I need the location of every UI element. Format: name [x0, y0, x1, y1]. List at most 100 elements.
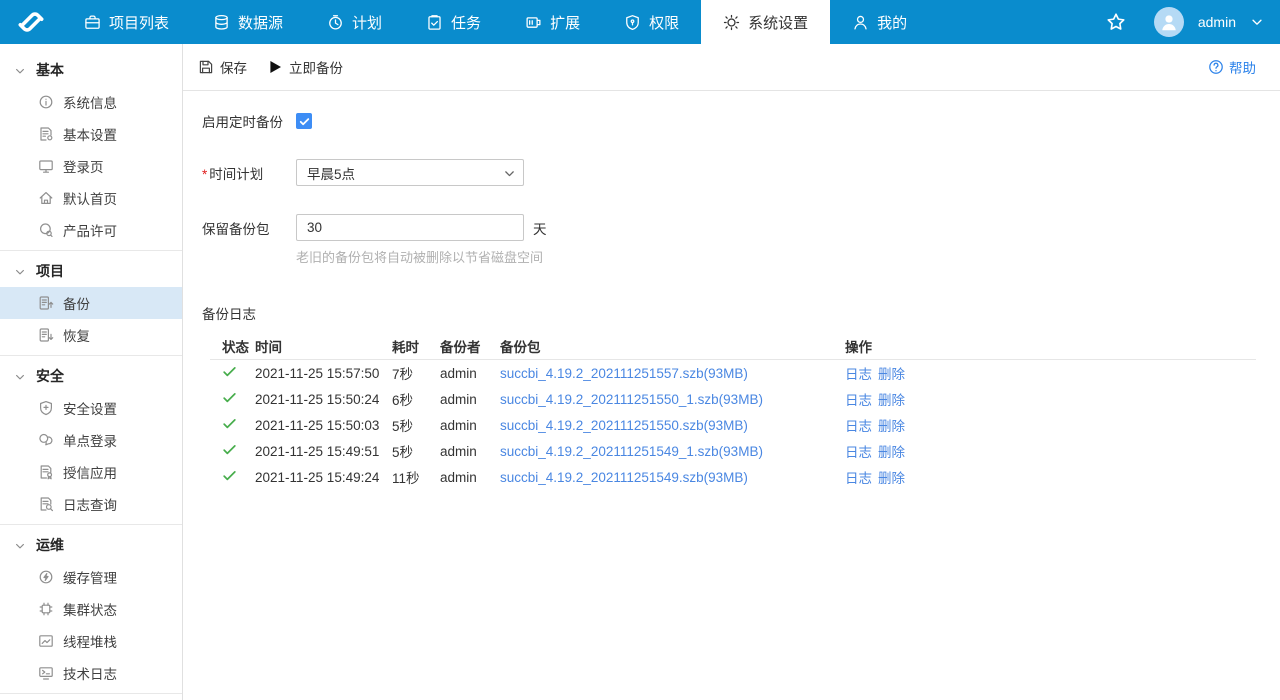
sidebar-item-trusted-apps[interactable]: 授信应用	[0, 456, 182, 488]
package-link[interactable]: succbi_4.19.2_202111251549.szb(93MB)	[500, 470, 748, 485]
sidebar-item-security-settings[interactable]: 安全设置	[0, 392, 182, 424]
sidebar-item-label: 基本设置	[63, 128, 117, 143]
col-header-4: 备份包	[500, 339, 541, 355]
col-header-0: 状态	[222, 339, 249, 355]
view-log-link[interactable]: 日志	[845, 445, 872, 460]
chevron-down-icon	[14, 370, 26, 382]
nav-item-label: 数据源	[238, 14, 284, 32]
sidebar-item-system-info[interactable]: 系统信息	[0, 86, 182, 118]
sidebar-item-basic-settings[interactable]: 基本设置	[0, 118, 182, 150]
schedule-select-value: 早晨5点	[307, 166, 356, 182]
success-check-icon	[222, 442, 237, 457]
star-icon[interactable]	[1106, 12, 1126, 32]
sidebar-section-label: 基本	[36, 62, 64, 78]
col-header-2: 耗时	[392, 339, 419, 355]
delete-link[interactable]: 删除	[878, 445, 905, 460]
sidebar-item-log-query[interactable]: 日志查询	[0, 488, 182, 520]
sidebar-section-label: 项目	[36, 263, 64, 279]
nav-item-mine[interactable]: 我的	[830, 0, 929, 44]
sidebar-item-product-license[interactable]: 产品许可	[0, 214, 182, 246]
avatar[interactable]	[1153, 7, 1184, 37]
doc-restore-icon	[38, 327, 54, 343]
nav-item-label: 扩展	[550, 14, 581, 32]
person-icon	[852, 14, 869, 31]
save-button[interactable]: 保存	[198, 57, 247, 77]
ops-cell: 日志 删除	[845, 415, 925, 435]
duration-cell: 5秒	[392, 419, 414, 434]
delete-link[interactable]: 删除	[878, 367, 905, 382]
nav-item-label: 计划	[352, 14, 383, 32]
status-cell	[210, 416, 255, 434]
sidebar-item-backup[interactable]: 备份	[0, 287, 182, 319]
sidebar-item-sso[interactable]: 单点登录	[0, 424, 182, 456]
nav-item-permissions[interactable]: 权限	[602, 0, 701, 44]
sidebar-item-cache-management[interactable]: 缓存管理	[0, 561, 182, 593]
gear-icon	[723, 14, 740, 31]
help-link[interactable]: 帮助	[1208, 57, 1256, 77]
home-icon	[38, 190, 54, 206]
table-row: 2021-11-25 15:57:50 7秒 admin succbi_4.19.2_…	[210, 360, 1256, 386]
nav-item-tasks[interactable]: 任务	[404, 0, 503, 44]
sidebar-item-restore[interactable]: 恢复	[0, 319, 182, 351]
sidebar-section-more: 更多	[0, 693, 182, 700]
view-log-link[interactable]: 日志	[845, 419, 872, 434]
sidebar-item-tech-log[interactable]: 技术日志	[0, 657, 182, 689]
briefcase-icon	[84, 14, 101, 31]
monitor-log-icon	[38, 665, 54, 681]
success-check-icon	[222, 390, 237, 405]
sidebar-section-header-project[interactable]: 项目	[0, 255, 182, 287]
sidebar-section-label: 运维	[36, 537, 64, 553]
duration-cell: 5秒	[392, 445, 414, 460]
schedule-label: * 时间计划	[202, 166, 264, 182]
sidebar-item-thread-stack[interactable]: 线程堆栈	[0, 625, 182, 657]
backup-now-button[interactable]: 立即备份	[267, 57, 343, 77]
user-cell: admin	[440, 365, 477, 381]
nav-item-plans[interactable]: 计划	[305, 0, 404, 44]
package-link[interactable]: succbi_4.19.2_202111251549_1.szb(93MB)	[500, 444, 763, 459]
plugin-icon	[525, 14, 542, 31]
user-cell: admin	[440, 469, 477, 485]
view-log-link[interactable]: 日志	[845, 393, 872, 408]
schedule-select[interactable]: 早晨5点	[296, 159, 524, 186]
nav-item-label: 项目列表	[109, 14, 170, 32]
retain-days-label: 保留备份包	[202, 221, 270, 237]
select-chevron-down-icon	[503, 167, 516, 180]
view-log-link[interactable]: 日志	[845, 471, 872, 486]
sidebar-section-project: 项目备份恢复	[0, 250, 182, 355]
delete-link[interactable]: 删除	[878, 471, 905, 486]
sidebar-section-label: 安全	[36, 368, 64, 384]
sidebar-item-default-home[interactable]: 默认首页	[0, 182, 182, 214]
ops-cell: 日志 删除	[845, 467, 925, 487]
package-link[interactable]: succbi_4.19.2_202111251550_1.szb(93MB)	[500, 392, 763, 407]
delete-link[interactable]: 删除	[878, 419, 905, 434]
sidebar-item-cluster-status[interactable]: 集群状态	[0, 593, 182, 625]
nav-item-projects[interactable]: 项目列表	[62, 0, 191, 44]
delete-link[interactable]: 删除	[878, 393, 905, 408]
enable-backup-checkbox[interactable]	[296, 113, 312, 129]
backup-log-section: 备份日志 状态 时间 耗时 备份者 备份包 操作 2021-11-25 15:57:50 7…	[202, 303, 1256, 490]
chevron-down-icon[interactable]	[1250, 15, 1264, 29]
nav-item-settings[interactable]: 系统设置	[701, 0, 831, 44]
ops-cell: 日志 删除	[845, 441, 925, 461]
enable-backup-row: 启用定时备份	[202, 111, 1256, 131]
sidebar-item-label: 安全设置	[63, 402, 117, 417]
success-check-icon	[222, 364, 237, 379]
ops-cell: 日志 删除	[845, 363, 925, 383]
retain-hint-row: 老旧的备份包将自动被删除以节省磁盘空间	[202, 247, 1256, 267]
retain-days-input[interactable]	[296, 214, 524, 241]
backup-log-table-header: 状态 时间 耗时 备份者 备份包 操作	[210, 336, 1256, 360]
package-link[interactable]: succbi_4.19.2_202111251550.szb(93MB)	[500, 418, 748, 433]
nav-item-extensions[interactable]: 扩展	[503, 0, 602, 44]
nav-item-datasources[interactable]: 数据源	[191, 0, 305, 44]
sidebar-item-label: 恢复	[63, 329, 90, 344]
sidebar-section-header-ops[interactable]: 运维	[0, 529, 182, 561]
view-log-link[interactable]: 日志	[845, 367, 872, 382]
package-link[interactable]: succbi_4.19.2_202111251557.szb(93MB)	[500, 366, 748, 381]
sidebar-section-header-basic[interactable]: 基本	[0, 54, 182, 86]
save-button-label: 保存	[220, 61, 247, 76]
sidebar-item-login-page[interactable]: 登录页	[0, 150, 182, 182]
sidebar-section-header-security[interactable]: 安全	[0, 360, 182, 392]
app-logo[interactable]	[0, 0, 62, 44]
doc-search-icon	[38, 496, 54, 512]
sidebar-item-label: 授信应用	[63, 466, 117, 481]
